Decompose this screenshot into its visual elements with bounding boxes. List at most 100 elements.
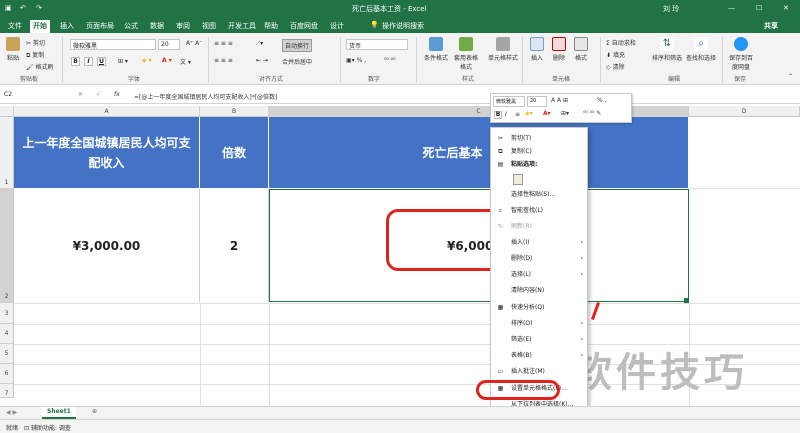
header-cell-death-salary[interactable]: 死亡后基本 (269, 117, 689, 188)
column-header-b[interactable]: B (200, 106, 269, 117)
fill-button[interactable]: ⬇ 填充 (606, 50, 625, 59)
row-header-5[interactable]: 5 (0, 344, 14, 364)
context-menu-item[interactable]: ▦ 快速分析(Q) (491, 301, 589, 314)
sort-filter-button[interactable]: ⇅ 排序和筛选 (652, 37, 682, 62)
decimal-icon[interactable]: ⁰⁰ ⁰⁰ (384, 57, 396, 64)
mini-fill-icon[interactable]: ◈▾ (525, 110, 533, 117)
phonetic-icon[interactable]: 文 ▾ (180, 57, 191, 66)
find-select-button[interactable]: ⌕ 查找和选择 (686, 37, 716, 62)
cell-styles-button[interactable]: 单元格样式 (488, 37, 518, 62)
mini-size-select[interactable]: 20 (527, 96, 547, 107)
format-painter-button[interactable]: 🖌 格式刷 (26, 62, 54, 71)
name-box[interactable]: C2 (2, 90, 56, 101)
share-button[interactable]: 共享 (764, 20, 778, 33)
row-header-7[interactable]: 7 (0, 384, 14, 398)
enter-icon[interactable]: ✓ (96, 91, 101, 98)
undo-icon[interactable]: ↶ (20, 4, 26, 12)
cancel-icon[interactable]: ✕ (78, 91, 83, 98)
save-baidu-button[interactable]: 保存到百度网盘 (728, 37, 754, 71)
maximize-icon[interactable]: ☐ (756, 4, 762, 12)
indent-icon[interactable]: ⇤ ⇥ (256, 57, 268, 64)
grow-font-button[interactable]: A⁺ A⁻ (186, 40, 202, 47)
context-menu-item[interactable]: 删除(D) › (491, 252, 589, 265)
context-menu-item[interactable]: ▭ 插入批注(M) (491, 365, 589, 378)
column-header-d[interactable]: D (689, 106, 800, 117)
tab-home[interactable]: 开始 (30, 20, 50, 33)
cell-d1[interactable] (689, 117, 800, 189)
header-cell-income[interactable]: 上一年度全国城镇居民人均可支配收入 (14, 117, 200, 188)
autosum-button[interactable]: Σ 自动求和 (606, 38, 636, 47)
tab-page-layout[interactable]: 页面布局 (86, 20, 114, 33)
bold-button[interactable]: B (71, 57, 80, 66)
context-menu-item[interactable]: 插入(I) › (491, 236, 589, 249)
tab-baidu[interactable]: 百度网盘 (290, 20, 318, 33)
minimize-icon[interactable]: — (728, 4, 735, 12)
accounting-icon[interactable]: ▣▾ % , (346, 57, 366, 64)
sheet-prev-icon[interactable]: ◀ ▶ (6, 409, 17, 416)
align-left-icon[interactable]: ≡ ≡ ≡ (214, 57, 233, 64)
fill-color-icon[interactable]: ◈ ▾ (142, 57, 152, 64)
context-menu-item[interactable]: 表格(B) › (491, 349, 589, 362)
context-menu-item[interactable]: ✂ 剪切(T) (491, 132, 589, 145)
align-top-icon[interactable]: ≡ ≡ ≡ (214, 40, 233, 47)
mini-percent-button[interactable]: % , (597, 97, 607, 104)
mini-font-select[interactable]: 微软雅黑 (493, 96, 525, 107)
format-cells-button[interactable]: 格式 (574, 37, 588, 62)
save-icon[interactable]: ▣ (5, 4, 12, 12)
font-name-select[interactable]: 微软雅黑 (70, 39, 156, 50)
tab-help[interactable]: 帮助 (264, 20, 278, 33)
close-icon[interactable]: ✕ (783, 4, 789, 12)
conditional-format-button[interactable]: 条件格式 (424, 37, 448, 62)
insert-cells-button[interactable]: 插入 (530, 37, 544, 62)
mini-italic-button[interactable]: I (505, 111, 507, 118)
user-name[interactable]: 刘 玲 (663, 4, 679, 14)
context-menu-item[interactable] (491, 173, 589, 186)
mini-border-icon[interactable]: ⊞▾ (561, 110, 569, 117)
cell-multiple-value[interactable]: 2 (200, 189, 269, 302)
mini-decimal-icon[interactable]: ⁰⁰ ⁰⁰ ✎ (583, 110, 601, 117)
tab-file[interactable]: 文件 (8, 20, 22, 33)
mini-bold-button[interactable]: B (494, 111, 502, 119)
context-menu-item[interactable]: 清除内容(N) (491, 284, 589, 297)
mini-font-color-icon[interactable]: A▾ (543, 110, 551, 117)
underline-button[interactable]: U (97, 57, 106, 66)
cell-income-value[interactable]: ¥3,000.00 (14, 189, 200, 302)
tab-formulas[interactable]: 公式 (124, 20, 138, 33)
redo-icon[interactable]: ↷ (36, 4, 42, 12)
format-as-table-button[interactable]: 套用表格格式 (454, 37, 478, 71)
context-menu-item[interactable]: 排序(O) › (491, 317, 589, 330)
italic-button[interactable]: I (84, 57, 93, 66)
context-menu-item[interactable]: ▤ 粘贴选项: (491, 158, 589, 171)
tab-review[interactable]: 审阅 (176, 20, 190, 33)
font-color-icon[interactable]: A ▾ (162, 57, 172, 64)
border-icon[interactable]: ⊞ ▾ (118, 58, 128, 65)
copy-button[interactable]: ⧉ 复制 (26, 50, 44, 60)
formula-input[interactable]: =[@上一年度全国城镇居民人均可支配收入]*[@倍数] (134, 92, 277, 101)
tab-insert[interactable]: 插入 (60, 20, 74, 33)
orientation-icon[interactable]: ⟋▾ (256, 40, 263, 48)
tab-view[interactable]: 视图 (202, 20, 216, 33)
tell-me-search[interactable]: 操作说明搜索 (382, 20, 424, 33)
font-size-select[interactable]: 20 (158, 39, 180, 50)
merge-center-button[interactable]: 合并后居中 (282, 57, 312, 66)
row-header-3[interactable]: 3 (0, 303, 14, 324)
row-header-6[interactable]: 6 (0, 364, 14, 384)
number-format-select[interactable]: 货币 (346, 39, 408, 50)
paste-button[interactable]: 粘贴 (6, 37, 20, 62)
add-sheet-icon[interactable]: ⊕ (92, 408, 97, 415)
context-menu-item[interactable]: ⌕ 智能查找(L) (491, 204, 589, 217)
tab-developer[interactable]: 开发工具 (228, 20, 256, 33)
header-cell-multiple[interactable]: 倍数 (200, 117, 269, 188)
wrap-text-button[interactable]: 自动换行 (282, 39, 313, 52)
mini-align-icon[interactable]: ≡ (515, 111, 520, 118)
tab-data[interactable]: 数据 (150, 20, 164, 33)
context-menu-item[interactable]: ⧉ 复制(C) (491, 145, 589, 158)
status-accessibility[interactable]: ⊡ 辅助功能: 调查 (24, 423, 71, 432)
cut-button[interactable]: ✂ 剪切 (26, 38, 45, 47)
fx-icon[interactable]: fx (114, 91, 120, 98)
context-menu-item[interactable]: 选择(L) › (491, 268, 589, 281)
context-menu-item[interactable]: 筛选(E) › (491, 333, 589, 346)
column-header-a[interactable]: A (14, 106, 200, 117)
row-header-1[interactable]: 1 (0, 117, 14, 189)
clear-button[interactable]: ◇ 清除 (606, 62, 625, 71)
